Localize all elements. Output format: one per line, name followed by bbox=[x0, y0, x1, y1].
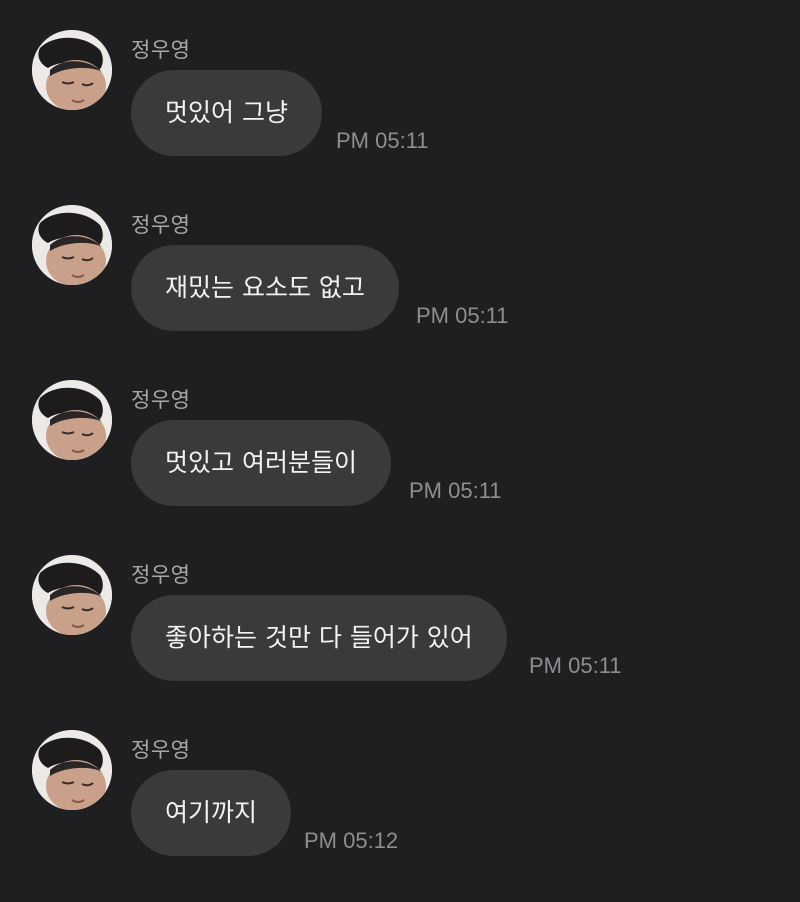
chat-message: 정우영 좋아하는 것만 다 들어가 있어 PM 05:11 bbox=[0, 525, 800, 700]
message-time: PM 05:11 bbox=[409, 478, 502, 503]
message-time: PM 05:11 bbox=[416, 303, 509, 328]
message-time: PM 05:11 bbox=[529, 653, 622, 678]
chat-message: 정우영 멋있어 그냥 PM 05:11 bbox=[0, 0, 800, 175]
avatar-icon[interactable] bbox=[32, 555, 112, 635]
message-time: PM 05:11 bbox=[336, 128, 429, 153]
chat-message: 정우영 멋있고 여러분들이 PM 05:11 bbox=[0, 350, 800, 525]
sender-name: 정우영 bbox=[131, 563, 191, 587]
avatar-icon[interactable] bbox=[32, 30, 112, 110]
message-bubble[interactable]: 좋아하는 것만 다 들어가 있어 bbox=[131, 595, 507, 681]
sender-name: 정우영 bbox=[131, 388, 191, 412]
avatar-icon[interactable] bbox=[32, 730, 112, 810]
sender-name: 정우영 bbox=[131, 38, 191, 62]
message-bubble[interactable]: 멋있고 여러분들이 bbox=[131, 420, 391, 506]
avatar-icon[interactable] bbox=[32, 380, 112, 460]
chat-thread: 정우영 멋있어 그냥 PM 05:11 정우영 재밌는 요소도 없고 PM 05… bbox=[0, 0, 800, 902]
message-bubble[interactable]: 재밌는 요소도 없고 bbox=[131, 245, 399, 331]
message-bubble[interactable]: 멋있어 그냥 bbox=[131, 70, 322, 156]
chat-message: 정우영 재밌는 요소도 없고 PM 05:11 bbox=[0, 175, 800, 350]
chat-message: 정우영 여기까지 PM 05:12 bbox=[0, 700, 800, 875]
sender-name: 정우영 bbox=[131, 213, 191, 237]
sender-name: 정우영 bbox=[131, 738, 191, 762]
message-bubble[interactable]: 여기까지 bbox=[131, 770, 292, 856]
avatar-icon[interactable] bbox=[32, 205, 112, 285]
message-time: PM 05:12 bbox=[304, 828, 399, 853]
